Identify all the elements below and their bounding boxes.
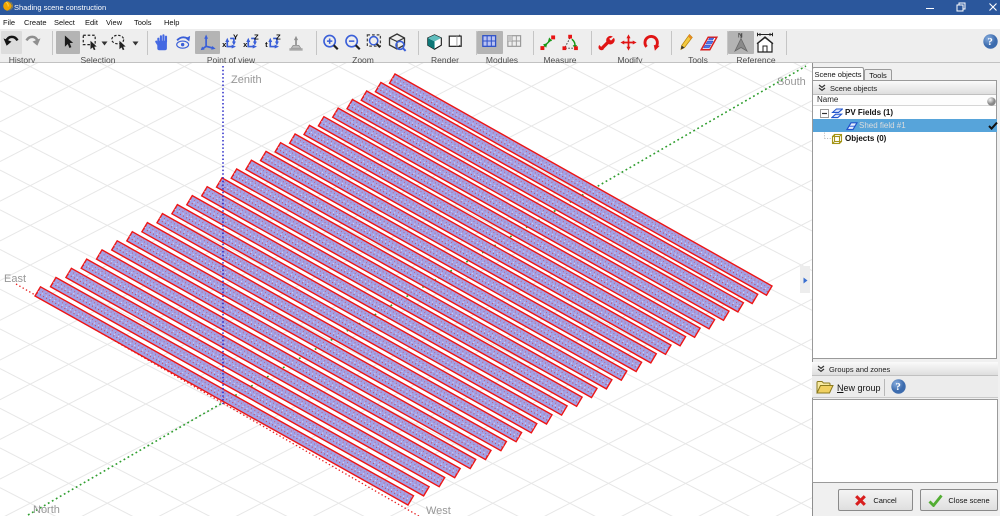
svg-text:x: x xyxy=(222,40,227,49)
svg-text:North: North xyxy=(33,504,60,516)
svg-text:?: ? xyxy=(987,36,993,48)
svg-text:Zenith: Zenith xyxy=(231,74,262,86)
svg-text:West: West xyxy=(426,505,451,516)
svg-text:Z: Z xyxy=(254,33,259,42)
svg-text:Z: Z xyxy=(276,33,281,42)
svg-text:t: t xyxy=(265,40,268,49)
svg-text:East: East xyxy=(4,273,26,285)
svg-text:x: x xyxy=(243,40,248,49)
svg-text:Y: Y xyxy=(233,33,238,42)
svg-text:?: ? xyxy=(895,381,901,393)
svg-text:South: South xyxy=(777,76,806,88)
